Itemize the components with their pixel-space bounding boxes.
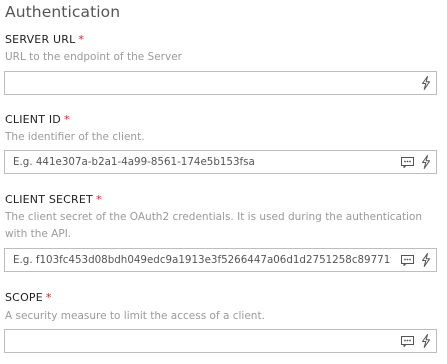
client-secret-label-text: CLIENT SECRET xyxy=(5,193,93,206)
client-id-description: The identifier of the client. xyxy=(5,131,145,143)
client-secret-input[interactable] xyxy=(5,249,391,271)
server-url-field[interactable] xyxy=(4,71,437,95)
client-secret-description: The client secret of the OAuth2 credenti… xyxy=(5,211,423,240)
required-marker: * xyxy=(95,193,102,206)
scope-field[interactable] xyxy=(4,329,437,353)
client-id-input[interactable] xyxy=(5,151,391,173)
scope-input[interactable] xyxy=(5,330,391,352)
secret-placeholder-icon[interactable] xyxy=(400,253,414,267)
server-url-description: URL to the endpoint of the Server xyxy=(5,51,182,63)
scope-label: SCOPE * xyxy=(5,291,52,304)
lightning-bolt-icon[interactable] xyxy=(419,334,433,348)
client-secret-field[interactable] xyxy=(4,248,437,272)
scope-label-text: SCOPE xyxy=(5,291,43,304)
server-url-label-text: SERVER URL xyxy=(5,33,76,46)
server-url-input[interactable] xyxy=(5,72,413,94)
lightning-bolt-icon[interactable] xyxy=(419,253,433,267)
scope-description: A security measure to limit the access o… xyxy=(5,310,265,322)
client-secret-label: CLIENT SECRET * xyxy=(5,193,102,206)
lightning-bolt-icon[interactable] xyxy=(419,76,433,90)
required-marker: * xyxy=(45,291,52,304)
lightning-bolt-icon[interactable] xyxy=(419,155,433,169)
required-marker: * xyxy=(78,33,85,46)
client-id-label: CLIENT ID * xyxy=(5,113,70,126)
secret-placeholder-icon[interactable] xyxy=(400,334,414,348)
section-title: Authentication xyxy=(5,3,121,21)
client-id-label-text: CLIENT ID xyxy=(5,113,61,126)
secret-placeholder-icon[interactable] xyxy=(400,155,414,169)
client-id-field[interactable] xyxy=(4,150,437,174)
required-marker: * xyxy=(63,113,70,126)
server-url-label: SERVER URL * xyxy=(5,33,84,46)
